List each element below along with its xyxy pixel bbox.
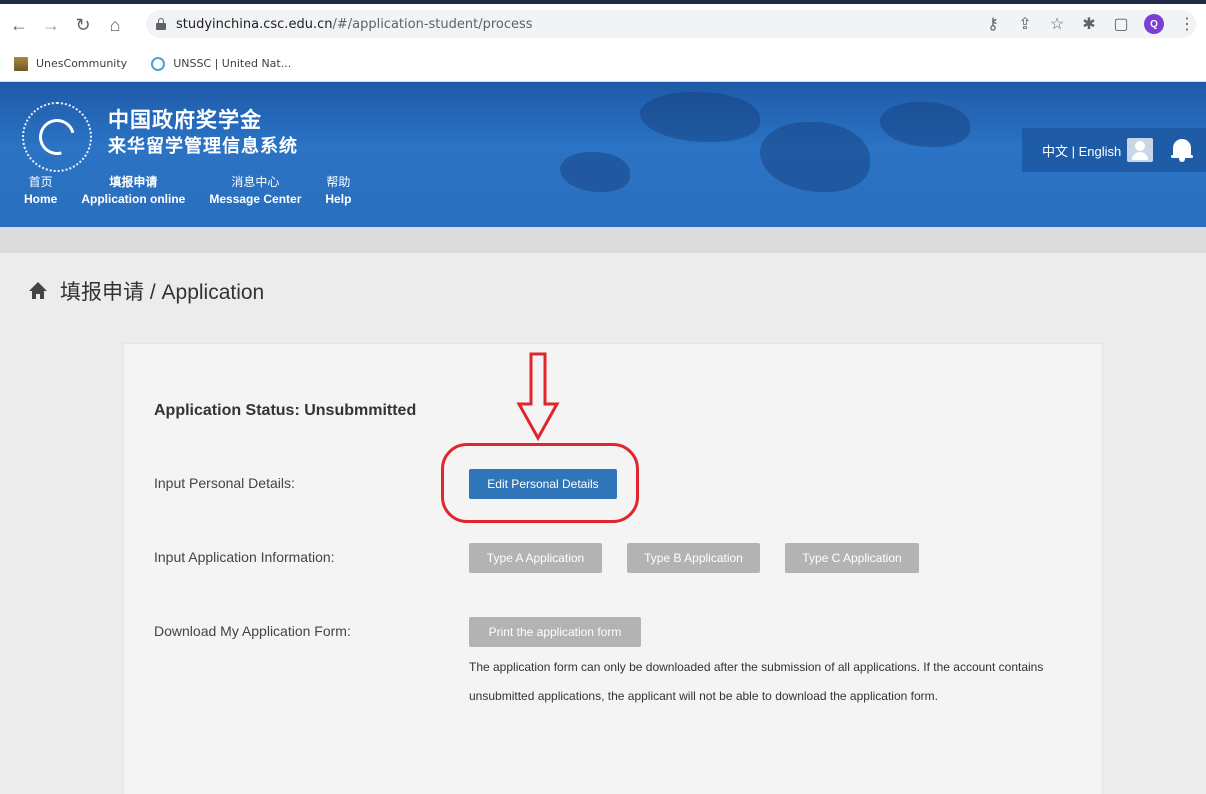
- language-switch[interactable]: 中文 | English: [1042, 141, 1121, 160]
- application-info-label: Input Application Information:: [154, 549, 335, 565]
- reload-icon[interactable]: ↻: [70, 12, 96, 38]
- application-status: Application Status: Unsubmmitted: [154, 402, 417, 419]
- home-icon[interactable]: ⌂: [102, 12, 128, 38]
- user-icon[interactable]: [1127, 138, 1154, 162]
- bookmarks-bar: UnesCommunity UNSSC | United Nat...: [0, 46, 1206, 82]
- home-icon: [28, 282, 48, 300]
- annotation-highlight-ring: [441, 443, 639, 523]
- star-icon[interactable]: ☆: [1048, 14, 1066, 34]
- type-c-application-button[interactable]: Type C Application: [785, 543, 919, 573]
- nav-help[interactable]: 帮助 Help: [313, 174, 363, 208]
- print-application-form-button[interactable]: Print the application form: [469, 617, 641, 647]
- nav-application-online[interactable]: 填报申请 Application online: [69, 174, 197, 208]
- main-nav: 首页 Home 填报申请 Application online 消息中心 Messag…: [0, 174, 363, 208]
- unssc-icon: [151, 56, 166, 71]
- share-icon[interactable]: ⇪: [1016, 14, 1034, 34]
- extensions-icon[interactable]: ✱: [1080, 14, 1098, 34]
- browser-toolbar: ← → ↻ ⌂ studyinchina.csc.edu.cn/#/applic…: [0, 4, 1206, 46]
- sidepanel-icon[interactable]: ▢: [1112, 14, 1130, 34]
- site-header: 中国政府奖学金 来华留学管理信息系统 中文 | English 首页 Home 填…: [0, 82, 1206, 227]
- lock-icon[interactable]: [156, 18, 166, 30]
- menu-icon[interactable]: ⋮: [1178, 14, 1196, 34]
- profile-avatar[interactable]: Q: [1144, 14, 1164, 34]
- download-note: The application form can only be downloa…: [469, 660, 1044, 703]
- bookmark-unssc[interactable]: UNSSC | United Nat...: [151, 56, 291, 71]
- bookmark-unescommunity[interactable]: UnesCommunity: [14, 56, 127, 71]
- back-icon[interactable]: ←: [6, 12, 32, 38]
- type-a-application-button[interactable]: Type A Application: [469, 543, 602, 573]
- personal-details-label: Input Personal Details:: [154, 475, 295, 491]
- bank-icon: [14, 56, 28, 71]
- type-b-application-button[interactable]: Type B Application: [627, 543, 760, 573]
- download-form-label: Download My Application Form:: [154, 623, 351, 639]
- annotation-arrow: [516, 352, 560, 442]
- bell-icon[interactable]: [1171, 138, 1194, 162]
- page-title: 填报申请 / Application: [28, 276, 264, 306]
- forward-icon[interactable]: →: [38, 12, 64, 38]
- key-icon[interactable]: ⚷: [984, 14, 1002, 34]
- site-subtitle: 来华留学管理信息系统: [108, 136, 298, 156]
- site-title: 中国政府奖学金: [108, 109, 262, 132]
- nav-message-center[interactable]: 消息中心 Message Center: [197, 174, 313, 208]
- csc-logo: [22, 102, 92, 172]
- url-text: studyinchina.csc.edu.cn/#/application-st…: [176, 16, 533, 32]
- header-divider: [0, 227, 1206, 253]
- header-actions: 中文 | English: [1022, 128, 1206, 172]
- toolbar-actions: ⚷ ⇪ ☆ ✱ ▢ Q ⋮: [984, 10, 1196, 38]
- nav-home[interactable]: 首页 Home: [0, 174, 69, 208]
